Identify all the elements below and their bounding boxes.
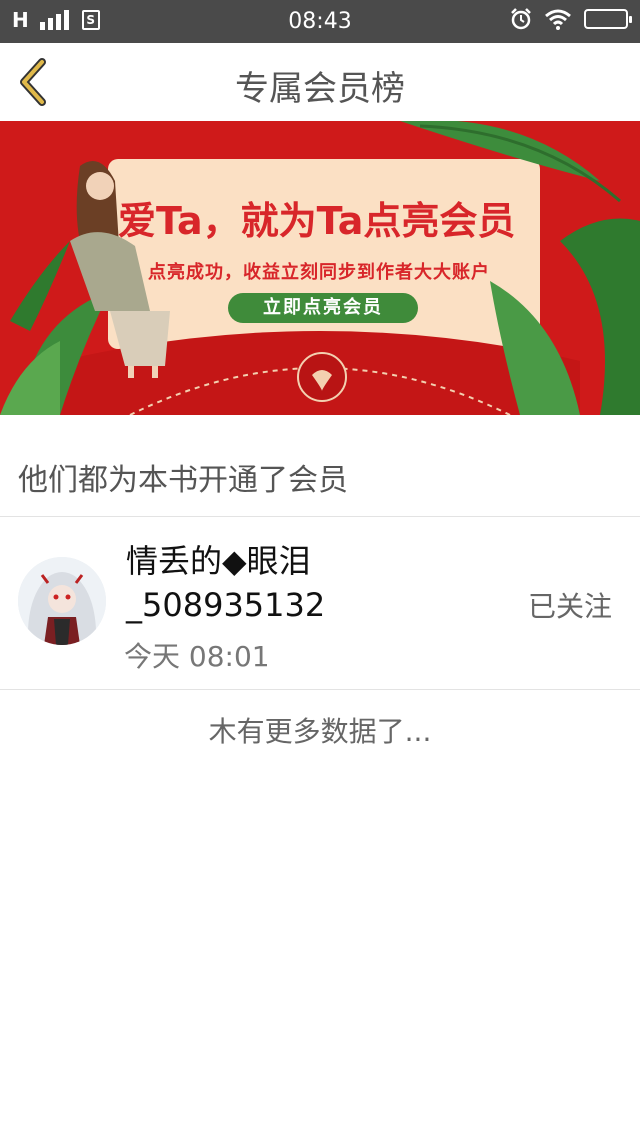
activate-membership-button[interactable]: 立即点亮会员 — [228, 293, 418, 323]
alarm-icon — [511, 8, 531, 30]
nav-bar: 专属会员榜 — [0, 43, 640, 121]
member-banner[interactable]: 爱Ta，就为Ta点亮会员 点亮成功，收益立刻同步到作者大大账户 立即点亮会员 — [0, 121, 640, 415]
status-bar: H S 08:43 — [0, 0, 640, 43]
member-time: 今天 08:01 — [124, 640, 270, 673]
divider — [0, 689, 640, 690]
list-item[interactable]: 情丢的◆眼泪_508935132 今天 08:01 已关注 — [0, 517, 640, 689]
avatar[interactable] — [18, 557, 106, 645]
status-right — [510, 8, 632, 30]
follow-status-button[interactable]: 已关注 — [528, 585, 612, 625]
banner-subtitle: 点亮成功，收益立刻同步到作者大大账户 — [148, 262, 490, 283]
avatar-image — [18, 557, 106, 645]
member-name: 情丢的◆眼泪_508935132 — [126, 542, 326, 624]
page-title: 专属会员榜 — [235, 69, 405, 109]
no-more-data-text: 木有更多数据了... — [208, 715, 432, 748]
section-title: 他们都为本书开通了会员 — [18, 463, 348, 498]
banner-headline: 爱Ta，就为Ta点亮会员 — [118, 199, 516, 243]
wifi-icon — [545, 9, 571, 30]
battery-icon — [584, 9, 632, 29]
